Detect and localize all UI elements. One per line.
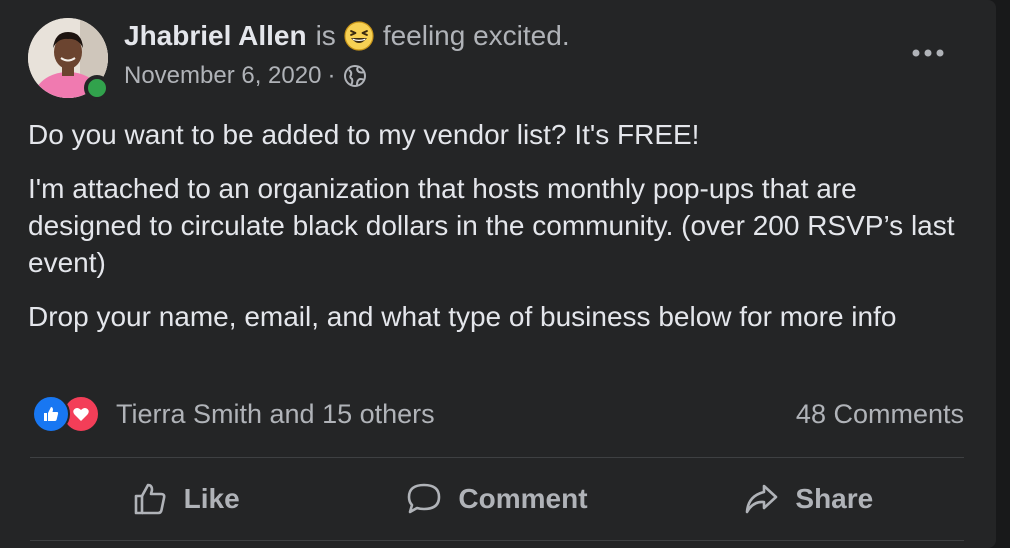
reactions-summary[interactable]: Tierra Smith and 15 others bbox=[32, 395, 435, 433]
share-arrow-icon bbox=[746, 484, 778, 514]
post-body: Do you want to be added to my vendor lis… bbox=[28, 116, 968, 352]
more-options-button[interactable] bbox=[906, 38, 950, 68]
action-bar: Like Comment Share bbox=[30, 458, 964, 540]
reaction-names[interactable]: Tierra Smith and 15 others bbox=[116, 399, 435, 430]
divider bbox=[30, 540, 964, 541]
feeling-text[interactable]: feeling excited. bbox=[383, 20, 570, 52]
like-button[interactable]: Like bbox=[30, 458, 341, 540]
author-name[interactable]: Jhabriel Allen bbox=[124, 20, 307, 52]
feeling-prefix: is bbox=[315, 20, 336, 51]
post-date[interactable]: November 6, 2020 bbox=[124, 62, 321, 90]
globe-icon[interactable] bbox=[343, 64, 367, 88]
thumbs-up-icon bbox=[134, 483, 166, 515]
like-icon bbox=[32, 395, 70, 433]
comment-button[interactable]: Comment bbox=[341, 458, 652, 540]
post-paragraph: I'm attached to an organization that hos… bbox=[28, 173, 955, 278]
share-button-label: Share bbox=[795, 483, 874, 514]
post-paragraph: Do you want to be added to my vendor lis… bbox=[28, 119, 700, 150]
post-meta: November 6, 2020 · bbox=[124, 62, 367, 90]
online-status-dot bbox=[84, 75, 110, 101]
post-header: Jhabriel Allen is feeling excited. bbox=[124, 20, 570, 52]
grinning-squinting-emoji-icon bbox=[344, 21, 374, 51]
author-avatar-wrap[interactable] bbox=[28, 18, 110, 101]
comment-button-label: Comment bbox=[458, 483, 588, 514]
page-background-edge bbox=[996, 0, 1010, 548]
post-card: Jhabriel Allen is feeling excited. Novem… bbox=[0, 0, 996, 548]
share-button[interactable]: Share bbox=[653, 458, 964, 540]
more-horizontal-icon bbox=[912, 49, 944, 57]
like-button-label: Like bbox=[183, 483, 240, 514]
post-paragraph: Drop your name, email, and what type of … bbox=[28, 301, 897, 332]
meta-separator: · bbox=[327, 62, 336, 89]
comments-count[interactable]: 48 Comments bbox=[796, 399, 964, 430]
comment-bubble-icon bbox=[408, 483, 441, 514]
